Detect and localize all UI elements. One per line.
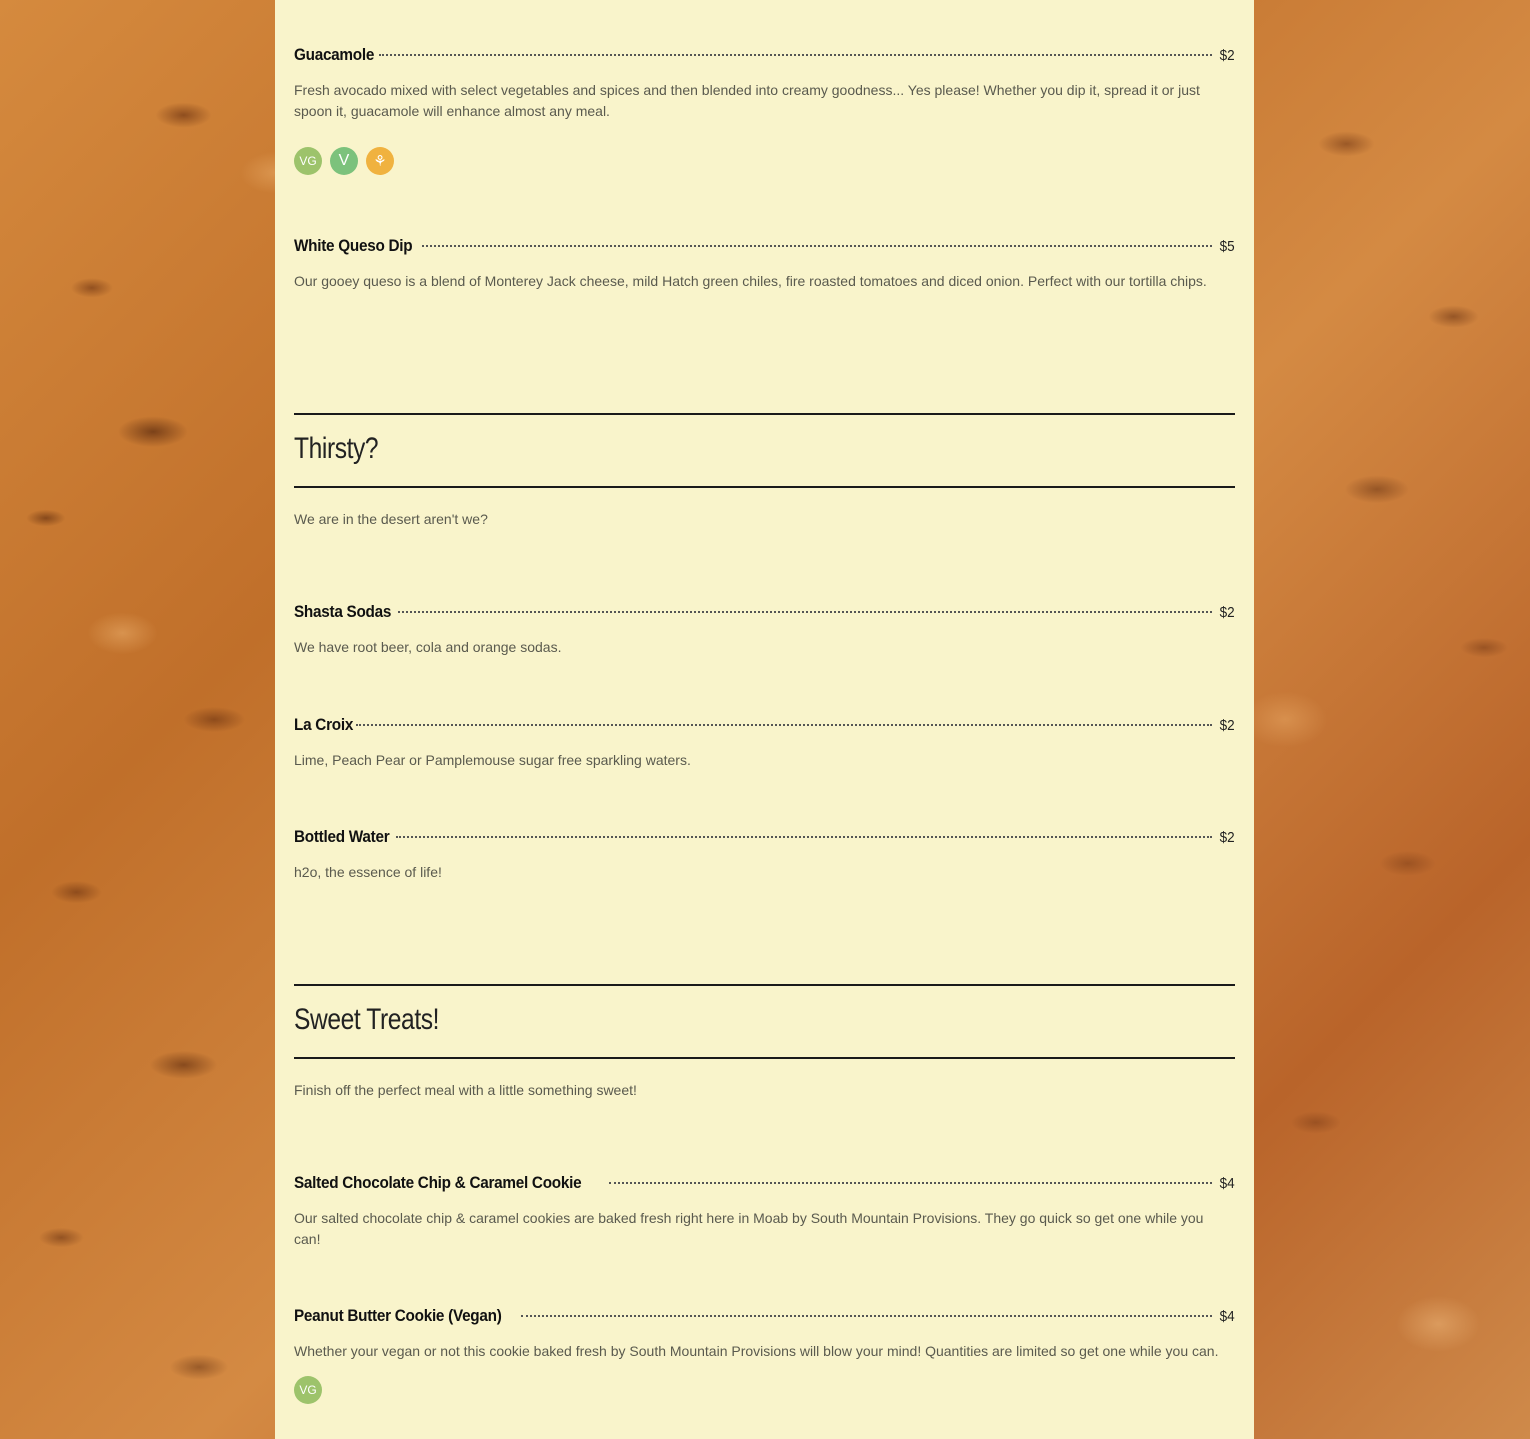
item-name: Salted Chocolate Chip & Caramel Cookie xyxy=(294,1173,582,1192)
item-price: $2 xyxy=(1219,604,1235,621)
section-title-thirsty: Thirsty? xyxy=(294,432,379,465)
dot-leader xyxy=(609,1181,1213,1184)
dietary-badges: VG V ⚘ xyxy=(294,147,1235,175)
menu-item-white-queso-dip: White Queso Dip $5 Our gooey queso is a … xyxy=(294,236,1235,292)
item-price: $2 xyxy=(1219,717,1235,734)
menu-item-guacamole: Guacamole $2 Fresh avocado mixed with se… xyxy=(294,45,1235,175)
item-description: Lime, Peach Pear or Pamplemouse sugar fr… xyxy=(294,752,691,768)
dot-leader xyxy=(421,244,1213,247)
section-divider-top xyxy=(294,984,1235,986)
vegan-icon: VG xyxy=(294,1376,322,1404)
item-price: $4 xyxy=(1219,1308,1235,1325)
item-price: $2 xyxy=(1219,829,1235,846)
dot-leader xyxy=(397,610,1213,613)
section-description: We are in the desert aren't we? xyxy=(294,511,488,527)
section-divider-top xyxy=(294,413,1235,415)
dot-leader xyxy=(520,1314,1213,1317)
dot-leader xyxy=(378,53,1213,56)
item-description: Fresh avocado mixed with select vegetabl… xyxy=(294,82,1200,119)
vegetarian-icon: V xyxy=(330,147,358,175)
item-name: Guacamole xyxy=(294,45,375,64)
menu-item-bottled-water: Bottled Water $2 h2o, the essence of lif… xyxy=(294,827,1235,883)
dot-leader xyxy=(395,835,1213,838)
item-description: Our gooey queso is a blend of Monterey J… xyxy=(294,273,1207,289)
menu-item-salted-chocolate-chip-cookie: Salted Chocolate Chip & Caramel Cookie $… xyxy=(294,1173,1235,1250)
item-name: La Croix xyxy=(294,715,354,734)
gluten-free-icon: ⚘ xyxy=(366,147,394,175)
section-title-sweet-treats: Sweet Treats! xyxy=(294,1003,440,1036)
item-name: Peanut Butter Cookie (Vegan) xyxy=(294,1306,502,1325)
section-divider-bottom xyxy=(294,1057,1235,1059)
menu-item-la-croix: La Croix $2 Lime, Peach Pear or Pamplemo… xyxy=(294,715,1235,771)
item-price: $4 xyxy=(1219,1175,1235,1192)
item-price: $2 xyxy=(1219,47,1235,64)
item-description: We have root beer, cola and orange sodas… xyxy=(294,639,562,655)
item-description: Whether your vegan or not this cookie ba… xyxy=(294,1343,1219,1359)
item-name: Shasta Sodas xyxy=(294,602,392,621)
section-divider-bottom xyxy=(294,486,1235,488)
dot-leader xyxy=(355,723,1213,726)
item-description: Our salted chocolate chip & caramel cook… xyxy=(294,1210,1204,1247)
page-background: { "colors": { "panel": "#f9f4cb", "headi… xyxy=(0,0,1530,1439)
vegan-icon: VG xyxy=(294,147,322,175)
section-description: Finish off the perfect meal with a littl… xyxy=(294,1082,637,1098)
dietary-badges: VG xyxy=(294,1376,1235,1404)
menu-item-shasta-sodas: Shasta Sodas $2 We have root beer, cola … xyxy=(294,602,1235,658)
item-name: Bottled Water xyxy=(294,827,390,846)
item-description: h2o, the essence of life! xyxy=(294,864,442,880)
item-price: $5 xyxy=(1219,238,1235,255)
menu-panel: Guacamole $2 Fresh avocado mixed with se… xyxy=(275,0,1254,1439)
item-name: White Queso Dip xyxy=(294,236,413,255)
menu-item-peanut-butter-cookie: Peanut Butter Cookie (Vegan) $4 Whether … xyxy=(294,1306,1235,1404)
